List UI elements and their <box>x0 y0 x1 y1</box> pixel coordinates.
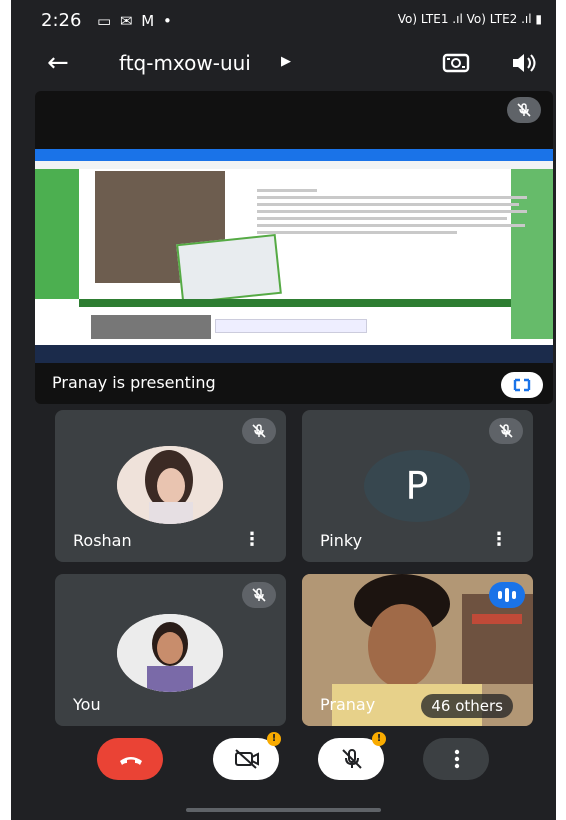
caret-right-icon[interactable]: ▶ <box>281 54 291 69</box>
speaking-indicator-icon <box>489 582 525 608</box>
participant-name: Roshan <box>73 531 132 550</box>
more-options-button[interactable] <box>423 738 489 780</box>
mic-off-icon <box>242 582 276 608</box>
end-call-button[interactable] <box>97 738 163 780</box>
avatar <box>117 446 223 524</box>
mic-off-icon <box>489 418 523 444</box>
back-arrow-icon[interactable]: ← <box>47 48 69 78</box>
status-time: 2:26 <box>41 10 82 31</box>
mic-off-icon <box>242 418 276 444</box>
speaker-icon[interactable] <box>509 50 539 76</box>
meeting-code[interactable]: ftq-mxow-uui <box>119 51 251 75</box>
participant-name: Pranay <box>320 695 376 714</box>
signal-battery-icons: Vo) LTE1 .ıl Vo) LTE2 .ıl ▮ <box>397 12 542 26</box>
meet-app: 2:26 ▭ ✉ M • Vo) LTE1 .ıl Vo) LTE2 .ıl ▮… <box>11 0 556 820</box>
avatar <box>117 614 223 692</box>
shared-screen <box>35 149 553 363</box>
warning-badge: ! <box>267 732 281 746</box>
participant-tile[interactable]: Roshan ⋮ <box>55 410 286 562</box>
browser-tabs <box>35 149 553 161</box>
mic-off-icon <box>342 748 362 769</box>
others-count-badge[interactable]: 46 others <box>421 694 513 718</box>
phone-hangup-icon <box>120 757 142 765</box>
article-photo <box>95 171 282 305</box>
participant-tile[interactable]: P Pinky ⋮ <box>302 410 533 562</box>
participant-video-tile[interactable]: Pranay 46 others <box>302 574 533 726</box>
more-vert-icon[interactable]: ⋮ <box>490 529 508 550</box>
presenting-label: Pranay is presenting <box>52 373 216 392</box>
article-text <box>257 185 529 238</box>
notification-icons: ▭ ✉ M • <box>97 12 174 30</box>
page-footer-bar <box>79 299 511 307</box>
fullscreen-button[interactable] <box>501 372 543 398</box>
avatar-initial: P <box>364 450 470 522</box>
sharing-notice-bar <box>215 319 367 333</box>
camera-switch-icon[interactable] <box>441 50 471 76</box>
camera-off-icon <box>235 749 259 769</box>
warning-badge: ! <box>372 732 386 746</box>
mic-toggle-button[interactable]: ! <box>318 732 386 780</box>
status-bar: 2:26 ▭ ✉ M • Vo) LTE1 .ıl Vo) LTE2 .ıl ▮ <box>11 0 556 40</box>
call-controls: ! ! <box>11 732 556 808</box>
page-left-banner <box>35 169 79 299</box>
participant-name: You <box>73 695 101 714</box>
more-vert-icon <box>454 749 460 769</box>
more-vert-icon[interactable]: ⋮ <box>243 529 261 550</box>
camera-toggle-button[interactable]: ! <box>213 732 281 780</box>
meeting-header: ← ftq-mxow-uui ▶ <box>11 40 556 88</box>
browser-url-bar <box>35 161 553 169</box>
page-lower-image <box>91 315 211 339</box>
participant-name: Pinky <box>320 531 363 550</box>
participant-tile[interactable]: You <box>55 574 286 726</box>
gesture-nav-bar[interactable] <box>186 808 381 812</box>
fullscreen-icon <box>513 378 531 392</box>
windows-taskbar <box>35 345 553 363</box>
presentation-tile[interactable]: Pranay is presenting <box>35 91 553 404</box>
mic-off-icon <box>507 97 541 123</box>
protest-sign <box>176 233 282 305</box>
